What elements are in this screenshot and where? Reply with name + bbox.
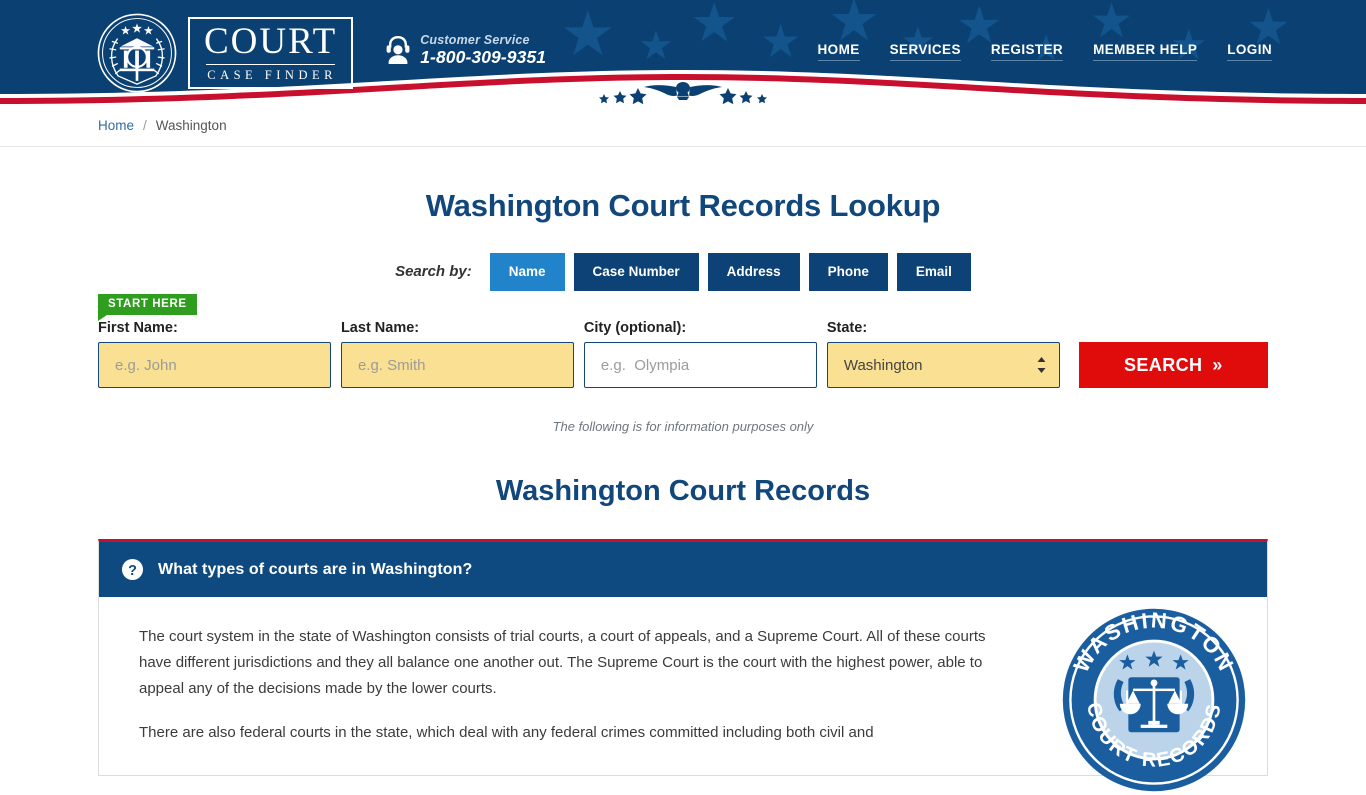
- court-emblem-icon: [97, 13, 177, 93]
- search-by-tabs: Search by: Name Case Number Address Phon…: [0, 253, 1366, 291]
- logo-title: COURT: [204, 21, 338, 63]
- last-name-field-group: Last Name:: [340, 319, 574, 388]
- nav-item-member-help[interactable]: MEMBER HELP: [1093, 42, 1198, 61]
- tab-email[interactable]: Email: [896, 253, 971, 291]
- nav-item-home[interactable]: HOME: [817, 42, 860, 61]
- state-label: State:: [826, 319, 868, 336]
- breadcrumb-separator: /: [143, 117, 147, 133]
- logo-text: COURT CASE FINDER: [188, 17, 354, 89]
- double-chevron-right-icon: »: [1212, 354, 1223, 375]
- nav-item-login[interactable]: LOGIN: [1227, 42, 1272, 61]
- faq-question: What types of courts are in Washington?: [158, 560, 473, 578]
- state-field-group: State: Washington: [826, 319, 1060, 388]
- faq-paragraph-1: The court system in the state of Washing…: [139, 628, 986, 697]
- nav-item-register[interactable]: REGISTER: [990, 42, 1064, 61]
- customer-service-label: Customer Service: [420, 33, 530, 47]
- city-input[interactable]: [583, 342, 817, 388]
- faq-card: ? What types of courts are in Washington…: [98, 539, 1268, 792]
- search-button-label: SEARCH: [1123, 354, 1203, 375]
- eagle-emblem-icon: [599, 82, 767, 104]
- logo-subtitle: CASE FINDER: [207, 68, 337, 83]
- disclaimer-text: The following is for information purpose…: [552, 419, 814, 434]
- tab-phone[interactable]: Phone: [808, 253, 888, 291]
- search-button[interactable]: SEARCH »: [1078, 342, 1269, 388]
- start-here-badge: START HERE: [98, 293, 197, 321]
- faq-card-body: The court system in the state of Washing…: [99, 597, 1267, 792]
- last-name-input[interactable]: [340, 342, 574, 388]
- washington-state-seal-icon: WASHINGTON COURT RECORDS: [1062, 607, 1246, 792]
- search-by-label: Search by:: [395, 263, 472, 281]
- search-form: START HERE First Name: Last Name: City (…: [98, 291, 1269, 388]
- headset-support-icon: [386, 36, 410, 65]
- faq-paragraph-2: There are also federal courts in the sta…: [139, 724, 874, 742]
- city-label: City (optional):: [583, 319, 687, 336]
- city-field-group: City (optional):: [583, 319, 817, 388]
- breadcrumb: Home / Washington: [98, 118, 227, 133]
- question-mark-circle-icon: ?: [121, 558, 144, 581]
- first-name-input[interactable]: [98, 342, 331, 388]
- svg-text:?: ?: [128, 563, 137, 579]
- breadcrumb-bar: Home / Washington: [0, 104, 1366, 147]
- first-name-field-group: First Name:: [98, 319, 331, 388]
- breadcrumb-home-link[interactable]: Home: [98, 118, 134, 133]
- breadcrumb-current: Washington: [155, 117, 227, 133]
- customer-service-phone[interactable]: 1-800-309-9351: [420, 47, 546, 67]
- first-name-label: First Name:: [98, 319, 178, 336]
- page-title: Washington Court Records Lookup: [425, 188, 941, 223]
- state-select[interactable]: Washington: [826, 342, 1060, 388]
- customer-service-block[interactable]: Customer Service 1-800-309-9351: [385, 33, 546, 68]
- main-navigation: HOME SERVICES REGISTER MEMBER HELP LOGIN: [817, 42, 1272, 61]
- nav-item-services[interactable]: SERVICES: [889, 42, 961, 61]
- logo-divider: [206, 64, 336, 66]
- faq-card-header[interactable]: ? What types of courts are in Washington…: [99, 542, 1267, 597]
- site-logo[interactable]: COURT CASE FINDER: [96, 12, 354, 94]
- tab-name[interactable]: Name: [489, 253, 565, 291]
- last-name-label: Last Name:: [340, 319, 420, 336]
- section-title: Washington Court Records: [495, 475, 871, 507]
- tab-case-number[interactable]: Case Number: [573, 253, 699, 291]
- tab-address[interactable]: Address: [707, 253, 800, 291]
- site-header: ★ ★ ★ ★ ★ ★ ★ ★ ★ ★ ★ COURT CASE FINDER …: [0, 0, 1366, 104]
